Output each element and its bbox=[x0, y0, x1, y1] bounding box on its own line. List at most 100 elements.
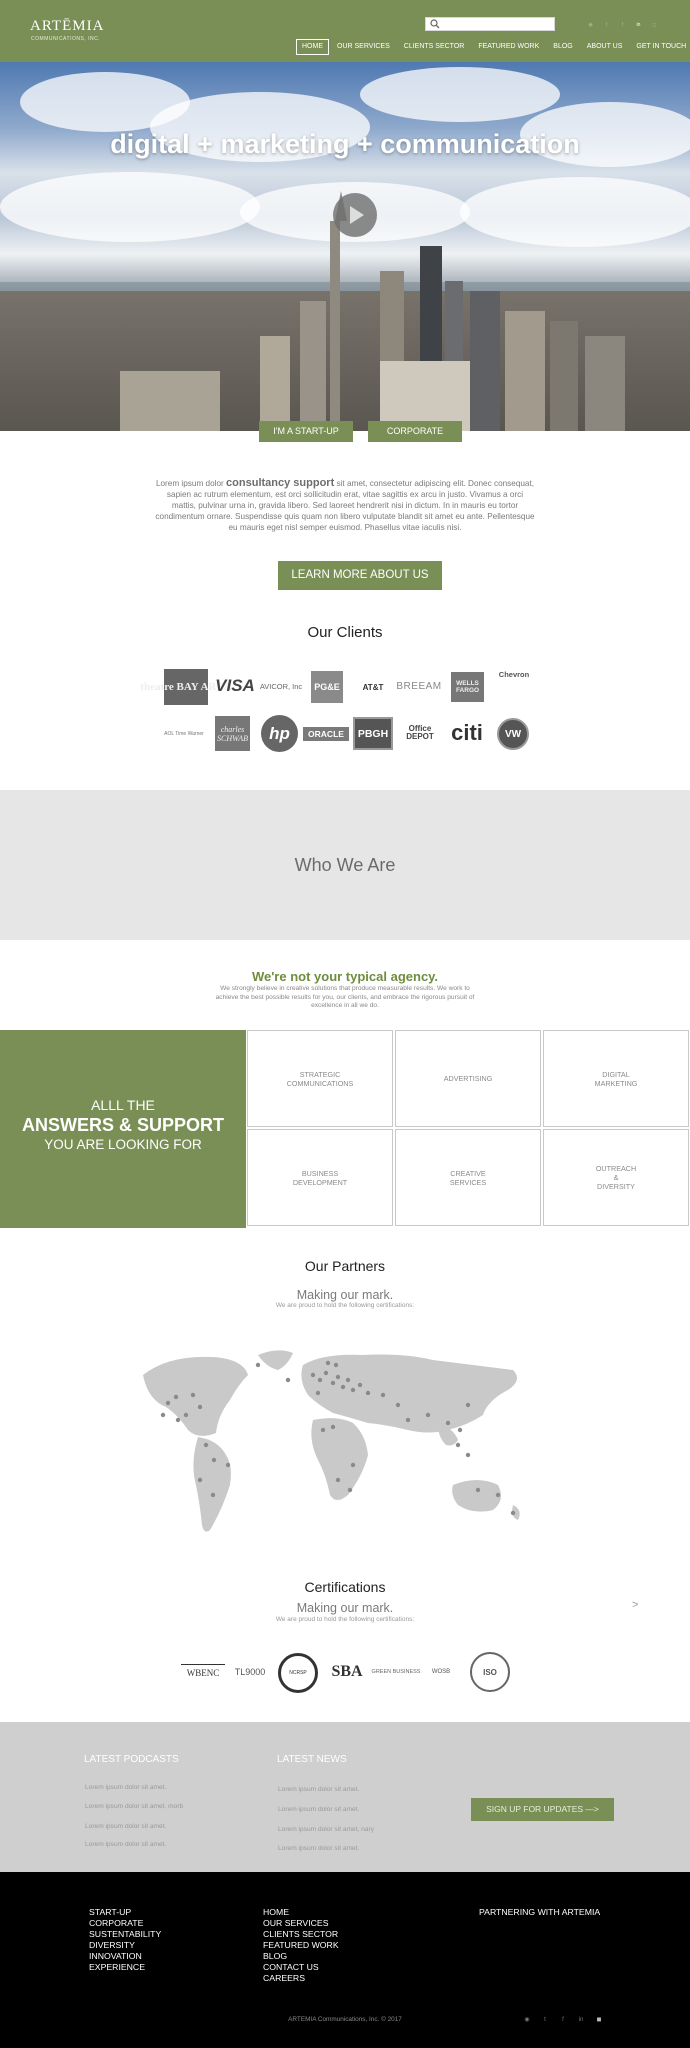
partners-note: We are proud to hold the following certi… bbox=[275, 1302, 415, 1309]
answers-line-2: ANSWERS & SUPPORT bbox=[21, 1115, 225, 1135]
carousel-next-icon[interactable]: > bbox=[632, 1599, 638, 1611]
intro-text: Lorem ipsum dolor consultancy support si… bbox=[155, 478, 535, 533]
podcast-item[interactable]: Lorem ipsum dolor sit amet. bbox=[85, 1823, 166, 1830]
clients-title: Our Clients bbox=[307, 624, 383, 641]
answers-line-3: YOU ARE LOOKING FOR bbox=[44, 1137, 202, 1152]
news-title: LATEST NEWS bbox=[277, 1754, 347, 1765]
footer-link-contact-us[interactable]: CONTACT US bbox=[263, 1962, 319, 1972]
news-item[interactable]: Lorem ipsum dolor sit amet. bbox=[278, 1845, 359, 1852]
linkedin-icon[interactable]: in bbox=[577, 2016, 585, 2024]
service-creative-services[interactable]: CREATIVE SERVICES bbox=[395, 1129, 541, 1226]
nav-clients-sector[interactable]: CLIENTS SECTOR bbox=[398, 39, 471, 55]
client-logo-theatre: theatre BAY AREA bbox=[140, 669, 232, 705]
client-logo-hp: hp bbox=[261, 715, 298, 752]
search-icon[interactable] bbox=[430, 19, 440, 29]
client-logo-oracle: ORACLE bbox=[303, 727, 349, 741]
service-advertising[interactable]: ADVERTISING bbox=[395, 1030, 541, 1127]
instagram-icon[interactable]: ◻ bbox=[651, 22, 658, 29]
client-logo-wells-fargo: WELLS FARGO bbox=[451, 672, 484, 702]
cert-logo-green-business: GREEN BUSINESS bbox=[371, 1669, 421, 1675]
logo-subtext: COMMUNICATIONS, INC. bbox=[31, 36, 101, 42]
rss-icon[interactable]: ◉ bbox=[587, 22, 594, 29]
cert-logo-seal: NCRSP bbox=[278, 1653, 318, 1693]
instagram-icon[interactable]: ◼ bbox=[595, 2016, 603, 2024]
certifications-title: Certifications bbox=[304, 1579, 386, 1595]
footer-link-blog[interactable]: BLOG bbox=[263, 1951, 287, 1961]
service-digital-marketing[interactable]: DIGITAL MARKETING bbox=[543, 1030, 689, 1127]
footer-link-our-services[interactable]: OUR SERVICES bbox=[263, 1918, 329, 1928]
footer-link-careers[interactable]: CAREERS bbox=[263, 1973, 305, 1983]
startup-button[interactable]: I'M A START-UP bbox=[259, 421, 353, 442]
main-nav: HOME OUR SERVICES CLIENTS SECTOR FEATURE… bbox=[296, 38, 690, 56]
logo[interactable]: ARTĒMIA bbox=[30, 18, 104, 35]
cert-logo-iso: ISO bbox=[470, 1652, 510, 1692]
answers-panel: ALLL THE ANSWERS & SUPPORT YOU ARE LOOKI… bbox=[0, 1030, 246, 1228]
nav-about-us[interactable]: ABOUT US bbox=[581, 39, 629, 55]
client-logo-pbgh: PBGH bbox=[353, 717, 393, 750]
news-item[interactable]: Lorem ipsum dolor sit amet. bbox=[278, 1806, 359, 1813]
cert-logo-wosb: WOSB bbox=[431, 1669, 451, 1675]
client-logo-charles-schwab: charles SCHWAB bbox=[215, 716, 250, 751]
news-item[interactable]: Lorem ipsum dolor sit amet. bbox=[278, 1786, 359, 1793]
footer-copyright: ARTEMIA Communications, Inc. © 2017 bbox=[288, 2016, 402, 2023]
nav-blog[interactable]: BLOG bbox=[547, 39, 578, 55]
podcast-item[interactable]: Lorem ipsum dolor sit amet. bbox=[85, 1841, 166, 1848]
twitter-icon[interactable]: t bbox=[603, 22, 610, 29]
footer-link-sustentability[interactable]: SUSTENTABILITY bbox=[89, 1929, 161, 1939]
footer-link-innovation[interactable]: INNOVATION bbox=[89, 1951, 142, 1961]
cert-logo-sba: SBA bbox=[331, 1663, 363, 1680]
rss-icon[interactable]: ◉ bbox=[523, 2016, 531, 2024]
nav-home[interactable]: HOME bbox=[296, 39, 329, 55]
service-strategic-communications[interactable]: STRATEGIC COMMUNICATIONS bbox=[247, 1030, 393, 1127]
corporate-button[interactable]: CORPORATE bbox=[368, 421, 462, 442]
footer-link-home[interactable]: HOME bbox=[263, 1907, 289, 1917]
footer-link-startup[interactable]: START-UP bbox=[89, 1907, 131, 1917]
news-item[interactable]: Lorem ipsum dolor sit amet, nary bbox=[278, 1826, 374, 1833]
learn-more-button[interactable]: LEARN MORE ABOUT US bbox=[278, 561, 442, 590]
client-logo-chevron: Chevron bbox=[498, 670, 530, 679]
facebook-icon[interactable]: f bbox=[559, 2016, 567, 2024]
facebook-icon[interactable]: f bbox=[619, 22, 626, 29]
footer-link-featured-work[interactable]: FEATURED WORK bbox=[263, 1940, 339, 1950]
cert-logo-tl9000: TL9000 bbox=[234, 1667, 266, 1677]
client-logo-visa: VISA bbox=[215, 676, 255, 695]
client-logo-att: AT&T bbox=[362, 682, 384, 692]
who-we-are-title: Who We Are bbox=[294, 855, 396, 875]
linkedin-icon[interactable]: in bbox=[635, 22, 642, 29]
service-business-development[interactable]: BUSINESS DEVELOPMENT bbox=[247, 1129, 393, 1226]
footer-partnering: PARTNERING WITH ARTEMIA bbox=[479, 1907, 601, 1917]
nav-our-services[interactable]: OUR SERVICES bbox=[331, 39, 396, 55]
twitter-icon[interactable]: t bbox=[541, 2016, 549, 2024]
intro-lead: Lorem ipsum dolor bbox=[155, 479, 224, 488]
client-logo-citi: citi bbox=[451, 720, 483, 745]
nav-featured-work[interactable]: FEATURED WORK bbox=[472, 39, 545, 55]
client-logo-office-depot: Office DEPOT bbox=[406, 724, 434, 741]
client-logo-volkswagen: VW bbox=[497, 718, 529, 750]
agency-title: We're not your typical agency. bbox=[251, 969, 439, 984]
podcast-item[interactable]: Lorem ipsum dolor sit amet. bbox=[85, 1784, 166, 1791]
nav-get-in-touch[interactable]: GET IN TOUCH bbox=[630, 39, 690, 55]
client-logo-avicor: AVICOR, Inc bbox=[259, 681, 303, 691]
client-logo-breeam: BREEAM bbox=[396, 680, 442, 692]
footer-link-corporate[interactable]: CORPORATE bbox=[89, 1918, 143, 1928]
client-logo-pge: PG&E bbox=[311, 671, 343, 703]
certifications-subtitle: Making our mark. bbox=[296, 1601, 394, 1615]
hero-image bbox=[0, 62, 690, 431]
service-outreach-diversity[interactable]: OUTREACH & DIVERSITY bbox=[543, 1129, 689, 1226]
footer-link-experience[interactable]: EXPERIENCE bbox=[89, 1962, 145, 1972]
answers-line-1: ALLL THE bbox=[91, 1097, 155, 1113]
agency-text: We strongly believe in creative solution… bbox=[215, 985, 475, 1009]
footer-link-clients-sector[interactable]: CLIENTS SECTOR bbox=[263, 1929, 338, 1939]
signup-button[interactable]: SIGN UP FOR UPDATES —> bbox=[471, 1798, 614, 1821]
footer-link-diversity[interactable]: DIVERSITY bbox=[89, 1940, 135, 1950]
play-button[interactable] bbox=[333, 193, 377, 237]
search-box[interactable] bbox=[425, 17, 555, 31]
podcast-item[interactable]: Lorem ipsum dolor sit amet, morb bbox=[85, 1803, 183, 1810]
podcasts-title: LATEST PODCASTS bbox=[84, 1754, 179, 1765]
certifications-note: We are proud to hold the following certi… bbox=[275, 1616, 415, 1623]
partners-subtitle: Making our mark. bbox=[296, 1288, 394, 1302]
partners-title: Our Partners bbox=[304, 1258, 386, 1274]
client-logo-aol-time-warner: AOL Time Warner bbox=[164, 731, 204, 737]
play-icon bbox=[350, 206, 364, 224]
search-input[interactable] bbox=[444, 18, 552, 30]
